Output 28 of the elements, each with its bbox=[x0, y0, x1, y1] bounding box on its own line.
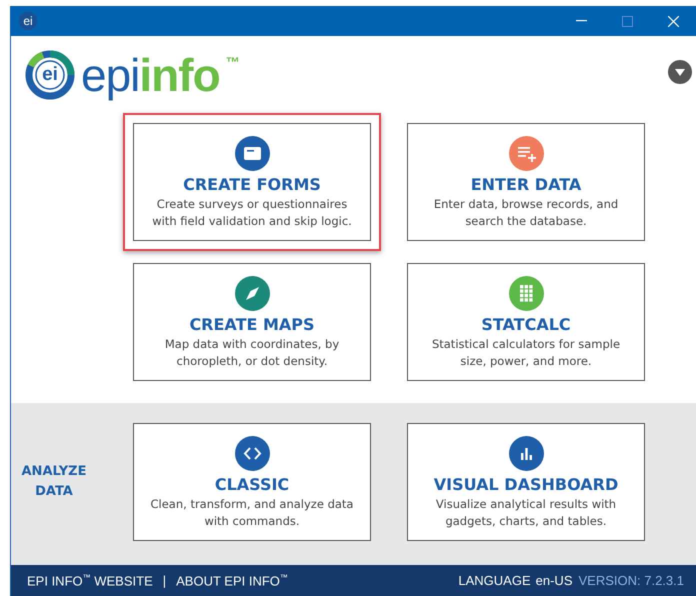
minimize-icon bbox=[576, 20, 586, 22]
logo-word: epi bbox=[81, 52, 140, 98]
tool-card[interactable]: VISUAL DASHBOARD Visualize analytical results with gadgets, charts, and tables. bbox=[407, 423, 645, 541]
caret-icon bbox=[675, 68, 685, 76]
add-list-icon bbox=[508, 136, 544, 171]
footer-link[interactable]: ABOUT EPI INFO$^{™}$ bbox=[176, 572, 288, 588]
tool-card[interactable]: ENTER DATA Enter data, browse records, and search the database. bbox=[407, 123, 645, 241]
section-label: ANALYZE DATA bbox=[20, 463, 88, 501]
trademark: ™ bbox=[226, 54, 240, 70]
tool-card[interactable]: CLASSIC Clean, transform, and analyze data with commands. bbox=[133, 423, 371, 541]
separator: | bbox=[162, 573, 166, 588]
dropdown-button[interactable] bbox=[668, 60, 692, 84]
compass-icon bbox=[234, 276, 270, 311]
code-icon bbox=[234, 436, 270, 471]
language-value[interactable]: en-US bbox=[536, 573, 572, 588]
tool-card[interactable]: CREATE MAPS Map data with coordinates, by choropleth, or dot density. bbox=[133, 263, 371, 381]
tool-card[interactable]: STATCALC Statistical calculators for sample size, power, and more. bbox=[407, 263, 645, 381]
grid-icon bbox=[508, 276, 544, 311]
language-label: LANGUAGE bbox=[458, 573, 531, 588]
version-text: VERSION: 7.2.3.1 bbox=[578, 573, 684, 588]
window-title: ei bbox=[19, 12, 37, 30]
maximize-icon bbox=[622, 16, 632, 26]
footer-link[interactable]: EPI INFO$^{™}$ WEBSITE bbox=[27, 572, 153, 588]
close-icon bbox=[668, 16, 678, 26]
form-icon bbox=[234, 136, 270, 171]
bar-chart-icon bbox=[508, 436, 544, 471]
tool-card[interactable]: CREATE FORMS Create surveys or questionnaires with field validation and skip logic. bbox=[133, 123, 371, 241]
logo-word: info bbox=[139, 52, 220, 98]
